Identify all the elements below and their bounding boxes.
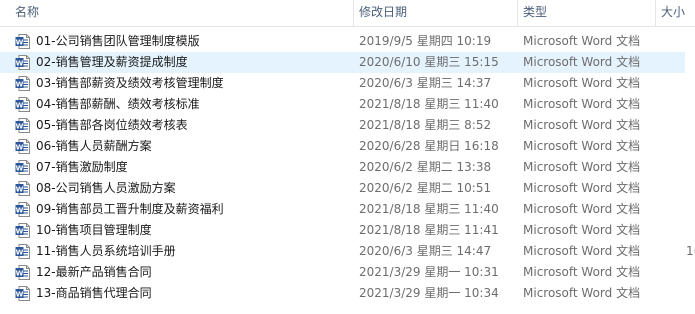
column-divider[interactable]	[655, 0, 656, 26]
svg-text:W: W	[16, 206, 24, 214]
file-list: W 01-公司销售团队管理制度模版 2019/9/5 星期四 10:19 Micros…	[0, 31, 695, 304]
word-document-icon: W	[15, 202, 30, 217]
file-row[interactable]: W 01-公司销售团队管理制度模版 2019/9/5 星期四 10:19 Micros…	[0, 31, 685, 52]
file-name: 02-销售管理及薪资提成制度	[36, 55, 188, 69]
svg-text:W: W	[16, 248, 24, 256]
file-name: 12-最新产品销售合同	[36, 265, 152, 279]
word-document-icon: W	[15, 139, 30, 154]
file-type: Microsoft Word 文档	[523, 181, 641, 195]
word-document-icon: W	[15, 55, 30, 70]
file-modified-date: 2021/8/18 星期三 11:40	[359, 97, 499, 111]
file-modified-date: 2020/6/10 星期三 15:15	[359, 55, 499, 69]
file-row[interactable]: W 12-最新产品销售合同 2021/3/29 星期一 10:31 Microsoft…	[0, 262, 685, 283]
column-header-name[interactable]: 名称	[15, 0, 39, 26]
column-header-size[interactable]: 大小	[661, 0, 685, 26]
word-document-icon: W	[15, 97, 30, 112]
file-name: 07-销售激励制度	[36, 160, 128, 174]
file-modified-date: 2021/8/18 星期三 8:52	[359, 118, 492, 132]
file-row[interactable]: W 07-销售激励制度 2020/6/2 星期二 13:38 Microsoft Wo…	[0, 157, 685, 178]
file-type: Microsoft Word 文档	[523, 244, 641, 258]
file-row[interactable]: W 04-销售部薪酬、绩效考核标准 2021/8/18 星期三 11:40 Micro…	[0, 94, 685, 115]
file-name: 03-销售部薪资及绩效考核管理制度	[36, 76, 224, 90]
file-name: 08-公司销售人员激励方案	[36, 181, 176, 195]
column-header-type[interactable]: 类型	[523, 0, 547, 26]
word-document-icon: W	[15, 118, 30, 133]
file-modified-date: 2021/8/18 星期三 11:40	[359, 202, 499, 216]
file-modified-date: 2020/6/2 星期二 10:51	[359, 181, 492, 195]
svg-text:W: W	[16, 290, 24, 298]
column-divider[interactable]	[353, 0, 354, 26]
column-header-modified[interactable]: 修改日期	[359, 0, 407, 26]
file-modified-date: 2020/6/28 星期日 16:18	[359, 139, 499, 153]
svg-text:W: W	[16, 59, 24, 67]
file-type: Microsoft Word 文档	[523, 202, 641, 216]
svg-text:W: W	[16, 101, 24, 109]
file-type: Microsoft Word 文档	[523, 118, 641, 132]
column-header-bar: ^ 名称 修改日期 类型 大小	[0, 0, 695, 27]
file-type: Microsoft Word 文档	[523, 139, 641, 153]
file-type: Microsoft Word 文档	[523, 76, 641, 90]
file-name: 09-销售部员工晋升制度及薪资福利	[36, 202, 224, 216]
word-document-icon: W	[15, 286, 30, 301]
file-row[interactable]: W 08-公司销售人员激励方案 2020/6/2 星期二 10:51 Microsof…	[0, 178, 685, 199]
svg-text:W: W	[16, 80, 24, 88]
file-name: 06-销售人员薪酬方案	[36, 139, 152, 153]
sort-caret-icon: ^	[175, 0, 183, 3]
file-name: 13-商品销售代理合同	[36, 286, 152, 300]
file-name: 11-销售人员系统培训手册	[36, 244, 176, 258]
svg-text:W: W	[16, 38, 24, 46]
word-document-icon: W	[15, 181, 30, 196]
file-name: 10-销售项目管理制度	[36, 223, 152, 237]
file-size: 1(	[686, 244, 695, 258]
file-type: Microsoft Word 文档	[523, 223, 641, 237]
file-row[interactable]: W 06-销售人员薪酬方案 2020/6/28 星期日 16:18 Microsoft…	[0, 136, 685, 157]
svg-text:W: W	[16, 227, 24, 235]
file-row[interactable]: W 05-销售部各岗位绩效考核表 2021/8/18 星期三 8:52 Microso…	[0, 115, 685, 136]
svg-text:W: W	[16, 164, 24, 172]
file-name: 04-销售部薪酬、绩效考核标准	[36, 97, 200, 111]
svg-text:W: W	[16, 122, 24, 130]
word-document-icon: W	[15, 160, 30, 175]
file-modified-date: 2020/6/2 星期二 13:38	[359, 160, 492, 174]
file-type: Microsoft Word 文档	[523, 286, 641, 300]
word-document-icon: W	[15, 223, 30, 238]
word-document-icon: W	[15, 265, 30, 280]
file-row[interactable]: W 10-销售项目管理制度 2021/8/18 星期三 11:41 Microsoft…	[0, 220, 685, 241]
file-type: Microsoft Word 文档	[523, 55, 641, 69]
file-modified-date: 2021/3/29 星期一 10:31	[359, 265, 499, 279]
file-modified-date: 2020/6/3 星期三 14:47	[359, 244, 492, 258]
file-row[interactable]: W 02-销售管理及薪资提成制度 2020/6/10 星期三 15:15 Micros…	[0, 52, 685, 73]
file-type: Microsoft Word 文档	[523, 97, 641, 111]
word-document-icon: W	[15, 244, 30, 259]
svg-text:W: W	[16, 185, 24, 193]
file-modified-date: 2020/6/3 星期三 14:37	[359, 76, 492, 90]
word-document-icon: W	[15, 34, 30, 49]
file-row[interactable]: W 03-销售部薪资及绩效考核管理制度 2020/6/3 星期三 14:37 Micr…	[0, 73, 685, 94]
word-document-icon: W	[15, 76, 30, 91]
svg-text:W: W	[16, 143, 24, 151]
file-modified-date: 2021/8/18 星期三 11:41	[359, 223, 499, 237]
file-type: Microsoft Word 文档	[523, 34, 641, 48]
file-type: Microsoft Word 文档	[523, 160, 641, 174]
file-row[interactable]: W 11-销售人员系统培训手册 2020/6/3 星期三 14:47 Microsof…	[0, 241, 695, 262]
file-modified-date: 2021/3/29 星期一 10:34	[359, 286, 499, 300]
file-name: 05-销售部各岗位绩效考核表	[36, 118, 188, 132]
column-divider[interactable]	[517, 0, 518, 26]
file-type: Microsoft Word 文档	[523, 265, 641, 279]
file-row[interactable]: W 13-商品销售代理合同 2021/3/29 星期一 10:34 Microsoft…	[0, 283, 685, 304]
file-modified-date: 2019/9/5 星期四 10:19	[359, 34, 492, 48]
svg-text:W: W	[16, 269, 24, 277]
file-row[interactable]: W 09-销售部员工晋升制度及薪资福利 2021/8/18 星期三 11:40 Mic…	[0, 199, 685, 220]
file-name: 01-公司销售团队管理制度模版	[36, 34, 200, 48]
